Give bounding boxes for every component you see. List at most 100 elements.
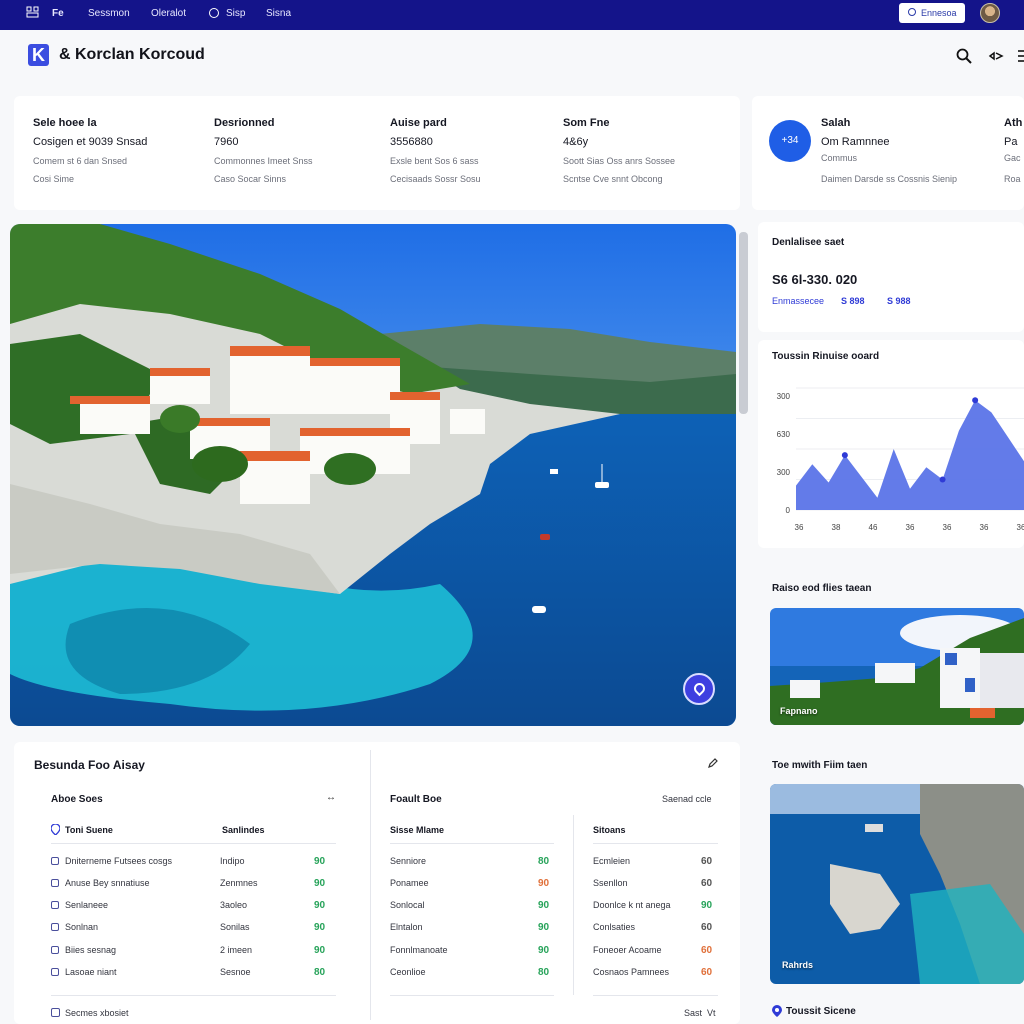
row-name: Elntalon [390, 922, 423, 932]
divider [51, 995, 336, 996]
brand-logo-icon[interactable]: K [28, 44, 49, 66]
row-name: Ssenllon [593, 878, 628, 888]
chart-x-tick-label: 36 [980, 523, 989, 532]
chart-point[interactable] [841, 452, 848, 459]
row-name: Senlaneee [65, 900, 109, 910]
row-value: 80 [538, 856, 550, 867]
row-value: 90 [538, 945, 550, 956]
nav-item-home[interactable]: Fe [52, 8, 64, 19]
row-name: Dniterneme Futsees cosgs [65, 856, 173, 866]
search-icon[interactable] [956, 48, 972, 64]
checkbox-icon[interactable] [51, 1008, 60, 1017]
row-value: 90 [538, 900, 550, 911]
checkbox[interactable] [51, 901, 59, 909]
pin-icon [51, 824, 60, 835]
chart-x-tick-label: 36 [1017, 523, 1024, 532]
profile-avatar[interactable]: +34 [769, 120, 811, 162]
gallery-footer-label: Toussit Sicene [786, 1006, 856, 1017]
chart-y-tick-label: 300 [777, 392, 791, 401]
profile-extra-value: Pa [1004, 136, 1018, 148]
chart-point[interactable] [939, 476, 946, 483]
stat-value: 4&6y [563, 136, 589, 148]
row-value: 80 [538, 967, 550, 978]
chart-area-series [796, 400, 1024, 510]
row-value: 90 [538, 878, 550, 889]
stat-label: Sele hoee la [33, 117, 97, 129]
divider [390, 843, 554, 844]
section-title: Besunda Foo Aisay [34, 758, 145, 772]
row-value: 60 [701, 967, 713, 978]
user-avatar[interactable] [980, 3, 1000, 23]
checkbox[interactable] [51, 879, 59, 887]
row-name: Doonlce k nt anega [593, 900, 671, 910]
row-category: Indipo [220, 856, 245, 866]
stat-sub: Exsle bent Sos 6 sass [390, 156, 479, 166]
nav-item-overview[interactable]: Oleralot [151, 8, 186, 19]
table3-col-header: Sitoans [593, 825, 626, 835]
expand-icon[interactable]: ↔ [326, 792, 336, 803]
stat-sub: Cecisaads Sossr Sosu [390, 174, 481, 184]
area-chart: 0 300 630 300 36 38 46 36 36 36 36 [777, 387, 1024, 532]
topbar-action-label: Ennesoa [921, 8, 957, 18]
footer-link[interactable]: Vt [707, 1008, 716, 1018]
summary-card-value: S6 6l-330. 020 [772, 272, 858, 287]
topbar-action-button[interactable]: Ennesoa [899, 3, 965, 23]
chart-point[interactable] [972, 397, 979, 404]
row-value: 60 [701, 922, 713, 933]
profile-desc: Daimen Darsde ss Cossnis Sienip [821, 174, 958, 184]
gallery-title-2: Toe mwith Fiim taen [772, 760, 868, 771]
table2-action[interactable]: Saenad ccle [662, 794, 712, 804]
row-value: 60 [701, 945, 713, 956]
nav-item-sessions[interactable]: Sessmon [88, 8, 130, 19]
profile-extra-sub: Gac [1004, 153, 1021, 163]
row-category: 3aoleo [220, 900, 248, 910]
row-value: 90 [314, 922, 326, 933]
footer-link[interactable]: Sast [684, 1008, 702, 1018]
edit-icon[interactable] [708, 758, 718, 768]
divider [593, 995, 718, 996]
nav-item-setup[interactable]: Sisp [226, 8, 245, 19]
map-location-button[interactable] [683, 673, 715, 705]
chart-y-tick-label: 300 [777, 468, 791, 477]
gallery-title-1: Raiso eod flies taean [772, 583, 872, 594]
table2-title: Foault Boe [390, 794, 442, 805]
checkbox[interactable] [51, 946, 59, 954]
checkbox[interactable] [51, 923, 59, 931]
stat-value: 7960 [214, 136, 239, 148]
stat-label: Som Fne [563, 117, 610, 129]
brand-title: & Korclan Korcoud [59, 46, 205, 63]
gallery-photo-coast[interactable]: Rahrds [770, 784, 1024, 984]
row-category: 2 imeen [220, 945, 253, 955]
row-value: 90 [314, 900, 326, 911]
row-value: 60 [701, 856, 713, 867]
checkbox[interactable] [51, 857, 59, 865]
share-icon[interactable] [988, 48, 1004, 64]
column-divider [573, 815, 574, 995]
summary-card-metric: S 898 [841, 296, 865, 306]
stat-label: Desrionned [214, 117, 275, 129]
scrollbar-thumb[interactable] [739, 232, 748, 414]
gallery-photo-village[interactable]: Fapnano [770, 608, 1024, 725]
row-name: Sonlnan [65, 922, 99, 932]
divider [51, 843, 336, 844]
row-category: Sesnoe [220, 967, 251, 977]
table1-col-header: Toni Suene [65, 825, 113, 835]
app-grid-icon[interactable] [26, 5, 40, 19]
gallery-caption-1: Fapnano [780, 706, 818, 716]
row-name: Cosnaos Pamnees [593, 967, 670, 977]
row-name: Anuse Bey snnatiuse [65, 878, 150, 888]
table1-col-header: Sanlindes [222, 825, 265, 835]
table1-title: Aboe Soes [51, 794, 103, 805]
stat-label: Auise pard [390, 117, 447, 129]
menu-icon[interactable] [1016, 48, 1024, 64]
chart-y-tick-label: 0 [786, 506, 791, 515]
summary-card-title: Denlalisee saet [772, 237, 845, 248]
stat-sub: Cosi Sime [33, 174, 75, 184]
chart-title: Toussin Rinuise ooard [772, 351, 880, 362]
row-name: Fonnlmanoate [390, 945, 448, 955]
nav-circle-icon [209, 8, 219, 18]
row-value: 90 [538, 922, 550, 933]
nav-item-sites[interactable]: Sisna [266, 8, 291, 19]
row-value: 90 [701, 900, 713, 911]
checkbox[interactable] [51, 968, 59, 976]
